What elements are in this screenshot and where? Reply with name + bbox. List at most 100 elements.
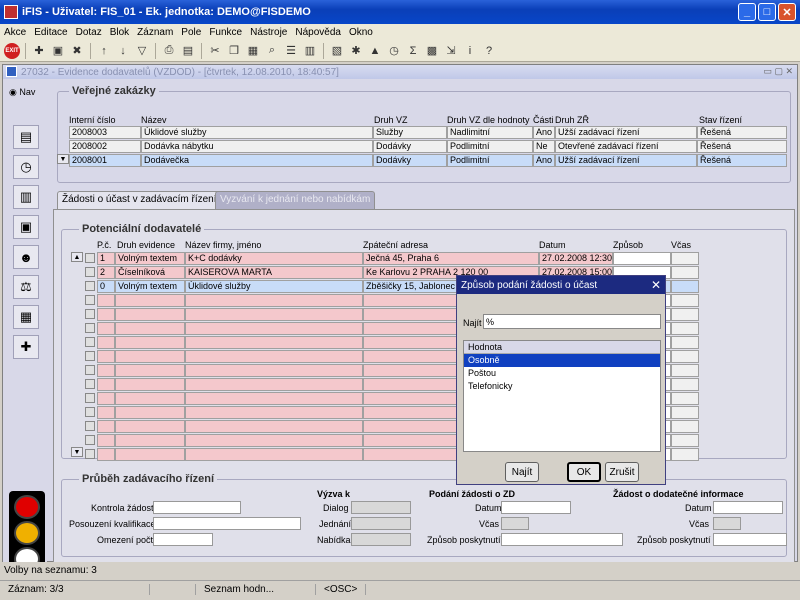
- dialog-list-item[interactable]: Telefonicky: [464, 380, 660, 393]
- empty-grid-cell[interactable]: [671, 406, 699, 419]
- zadost-zpusob-field[interactable]: [713, 533, 787, 546]
- dialog-list-item[interactable]: Poštou: [464, 367, 660, 380]
- scroll-up-icon[interactable]: ▲: [71, 252, 83, 262]
- excel-icon[interactable]: ▩: [424, 43, 440, 59]
- menu-dotaz[interactable]: Dotaz: [76, 27, 102, 38]
- dodavatel-datum-cell[interactable]: 27.02.2008 12:30: [539, 252, 613, 265]
- zakazka-druh-hodnoty-cell[interactable]: Podlimitní: [447, 140, 533, 153]
- menu-editace[interactable]: Editace: [34, 27, 67, 38]
- zadost-datum-field[interactable]: [713, 501, 783, 514]
- empty-grid-cell[interactable]: [115, 364, 185, 377]
- empty-grid-cell[interactable]: [671, 322, 699, 335]
- zakazka-stav-cell[interactable]: Řešená: [697, 154, 787, 167]
- menu-zaznam[interactable]: Záznam: [137, 27, 173, 38]
- row-marker[interactable]: [85, 365, 95, 375]
- empty-grid-cell[interactable]: [97, 364, 115, 377]
- zakazka-nazev-cell[interactable]: Dodávečka: [141, 154, 373, 167]
- empty-grid-cell[interactable]: [97, 308, 115, 321]
- print-icon[interactable]: ⎙: [161, 43, 177, 59]
- empty-grid-cell[interactable]: [671, 308, 699, 321]
- empty-grid-cell[interactable]: [115, 350, 185, 363]
- empty-grid-cell[interactable]: [671, 350, 699, 363]
- zakazka-interni-cell[interactable]: 2008003: [69, 126, 141, 139]
- nav-radio[interactable]: ◉ Nav: [9, 87, 35, 98]
- empty-grid-cell[interactable]: [671, 392, 699, 405]
- empty-grid-cell[interactable]: [185, 322, 363, 335]
- empty-grid-cell[interactable]: [671, 420, 699, 433]
- menu-funkce[interactable]: Funkce: [209, 27, 242, 38]
- zakazka-druh-cell[interactable]: Dodávky: [373, 140, 447, 153]
- empty-grid-cell[interactable]: [97, 378, 115, 391]
- tab-zadosti[interactable]: Žádosti o účast v zadávacím řízení: [57, 191, 222, 209]
- nabidka-field[interactable]: [351, 533, 411, 546]
- row-marker[interactable]: [85, 351, 95, 361]
- table-icon[interactable]: ▥: [302, 43, 318, 59]
- zakazka-interni-cell[interactable]: 2008001: [69, 154, 141, 167]
- copy-icon[interactable]: ❐: [226, 43, 242, 59]
- empty-grid-cell[interactable]: [671, 448, 699, 461]
- empty-grid-cell[interactable]: [185, 406, 363, 419]
- empty-grid-cell[interactable]: [97, 350, 115, 363]
- row-marker[interactable]: [85, 435, 95, 445]
- podani-vcas-field[interactable]: [501, 517, 529, 530]
- empty-grid-cell[interactable]: [97, 336, 115, 349]
- row-marker[interactable]: [85, 379, 95, 389]
- empty-grid-cell[interactable]: [115, 434, 185, 447]
- money-icon[interactable]: ▤: [13, 125, 39, 149]
- form-window-controls[interactable]: ▭ ▢ ✕: [763, 66, 793, 77]
- zadost-vcas-field[interactable]: [713, 517, 741, 530]
- zakazka-casti-cell[interactable]: Ano: [533, 154, 555, 167]
- scales-icon[interactable]: ⚖: [13, 275, 39, 299]
- delete-icon[interactable]: ✖: [69, 43, 85, 59]
- document-icon[interactable]: ▧: [329, 43, 345, 59]
- print-preview-icon[interactable]: ▤: [180, 43, 196, 59]
- kontrola-field[interactable]: [153, 501, 241, 514]
- empty-grid-cell[interactable]: [97, 448, 115, 461]
- podani-datum-field[interactable]: [501, 501, 571, 514]
- clock-icon[interactable]: ◷: [386, 43, 402, 59]
- zakazka-nazev-cell[interactable]: Dodávka nábytku: [141, 140, 373, 153]
- dodavatel-adresa-cell[interactable]: Ječná 45, Praha 6: [363, 252, 539, 265]
- empty-grid-cell[interactable]: [115, 406, 185, 419]
- dodavatel-pc-cell[interactable]: 1: [97, 252, 115, 265]
- dialog-search-input[interactable]: [483, 314, 661, 329]
- notes-icon[interactable]: ▦: [13, 305, 39, 329]
- help-icon[interactable]: ?: [481, 43, 497, 59]
- row-marker[interactable]: [85, 281, 95, 291]
- tab-vyzvani[interactable]: Vyzvání k jednání nebo nabídkám: [215, 191, 376, 209]
- zakazka-casti-cell[interactable]: Ano: [533, 126, 555, 139]
- empty-grid-cell[interactable]: [185, 420, 363, 433]
- empty-grid-cell[interactable]: [185, 364, 363, 377]
- empty-grid-cell[interactable]: [671, 378, 699, 391]
- dodavatel-druh-cell[interactable]: Volným textem: [115, 280, 185, 293]
- row-marker[interactable]: [85, 267, 95, 277]
- sort-desc-icon[interactable]: ↓: [115, 43, 131, 59]
- posouzeni-field[interactable]: [153, 517, 301, 530]
- row-marker[interactable]: [85, 407, 95, 417]
- row-marker[interactable]: [85, 309, 95, 319]
- filter-icon[interactable]: ▽: [134, 43, 150, 59]
- empty-grid-cell[interactable]: [115, 420, 185, 433]
- zakazka-druh-cell[interactable]: Služby: [373, 126, 447, 139]
- empty-grid-cell[interactable]: [97, 294, 115, 307]
- empty-grid-cell[interactable]: [185, 336, 363, 349]
- empty-grid-cell[interactable]: [97, 392, 115, 405]
- row-marker[interactable]: [85, 337, 95, 347]
- empty-grid-cell[interactable]: [671, 364, 699, 377]
- paste-icon[interactable]: ▦: [245, 43, 261, 59]
- row-marker[interactable]: [85, 393, 95, 403]
- empty-grid-cell[interactable]: [185, 448, 363, 461]
- zakazka-druh-cell[interactable]: Dodávky: [373, 154, 447, 167]
- dodavatel-vcas-cell[interactable]: [671, 266, 699, 279]
- empty-grid-cell[interactable]: [97, 406, 115, 419]
- zakazka-stav-cell[interactable]: Řešená: [697, 140, 787, 153]
- dialog-najit-button[interactable]: Najít: [505, 462, 539, 482]
- zakazka-stav-cell[interactable]: Řešená: [697, 126, 787, 139]
- close-button[interactable]: ✕: [778, 3, 796, 21]
- zakazka-druh-zr-cell[interactable]: Užší zadávací řízení: [555, 126, 697, 139]
- empty-grid-cell[interactable]: [671, 294, 699, 307]
- empty-grid-cell[interactable]: [185, 350, 363, 363]
- row-marker[interactable]: [85, 323, 95, 333]
- person-icon[interactable]: ☻: [13, 245, 39, 269]
- menu-blok[interactable]: Blok: [110, 27, 129, 38]
